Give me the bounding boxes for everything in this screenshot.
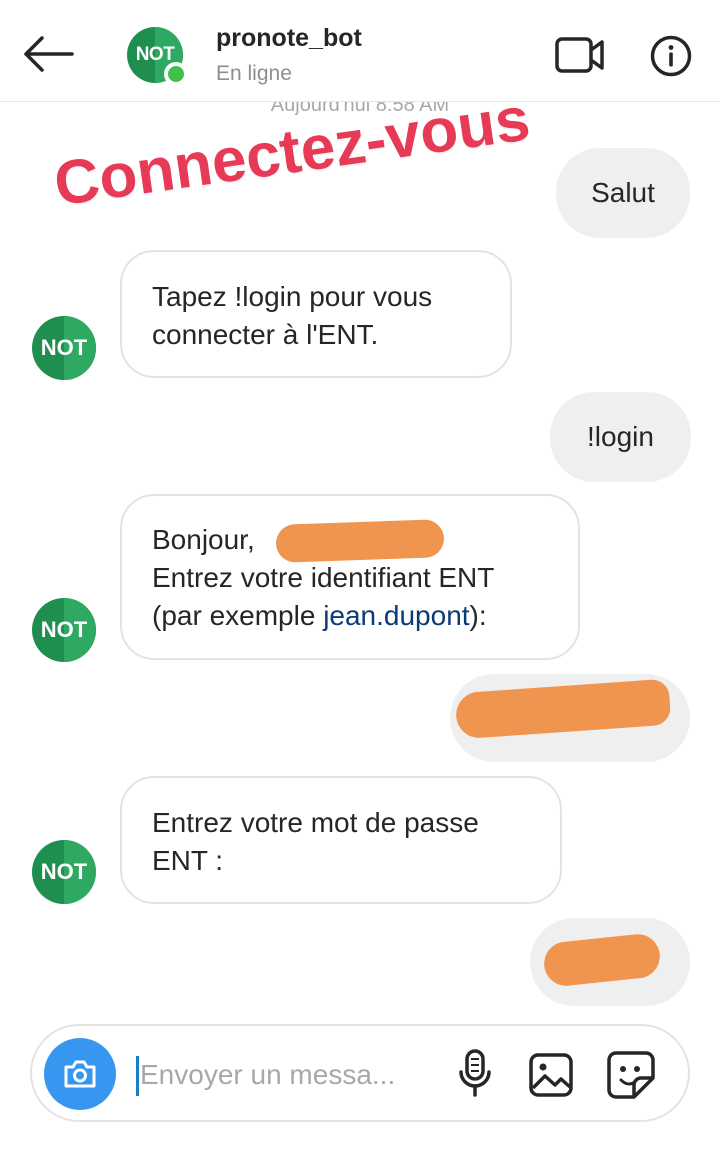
- back-arrow-icon[interactable]: [20, 32, 76, 76]
- message-text: !login: [587, 421, 654, 452]
- bot-avatar-text: NOT: [40, 617, 88, 642]
- microphone-icon[interactable]: [457, 1048, 493, 1100]
- online-status-dot: [164, 62, 188, 86]
- outgoing-message[interactable]: Salut: [556, 148, 690, 238]
- video-call-icon[interactable]: [555, 36, 605, 74]
- incoming-message[interactable]: Bonjour, Entrez votre identifiant ENT (p…: [120, 494, 580, 660]
- incoming-message[interactable]: Tapez !login pour vous connecter à l'ENT…: [120, 250, 512, 378]
- message-line: ENT :: [152, 845, 224, 876]
- message-input[interactable]: [140, 1050, 440, 1100]
- info-icon[interactable]: [650, 35, 692, 77]
- bot-avatar[interactable]: NOT: [32, 598, 96, 662]
- camera-icon: [64, 1060, 96, 1088]
- bot-avatar-text: NOT: [40, 859, 88, 884]
- example-link[interactable]: jean.dupont: [323, 600, 469, 631]
- message-line: (par exemple jean.dupont):: [152, 600, 487, 631]
- bot-avatar-text: NOT: [40, 335, 88, 360]
- redacted-name: [275, 519, 445, 563]
- sticker-icon[interactable]: [606, 1050, 656, 1100]
- bot-avatar[interactable]: NOT: [32, 316, 96, 380]
- message-line: Tapez !login pour vous: [152, 281, 433, 312]
- contact-name[interactable]: pronote_bot: [216, 24, 362, 53]
- contact-status: En ligne: [216, 62, 292, 85]
- message-text: Salut: [591, 177, 655, 208]
- camera-button[interactable]: [44, 1038, 116, 1110]
- image-gallery-icon[interactable]: [528, 1052, 574, 1098]
- message-line: Entrez votre mot de passe: [152, 807, 479, 838]
- chat-header: NOT pronote_bot En ligne: [0, 0, 720, 102]
- message-line: Entrez votre identifiant ENT: [152, 562, 495, 593]
- message-composer: [30, 1024, 690, 1122]
- bot-avatar[interactable]: NOT: [32, 840, 96, 904]
- text-cursor: [136, 1056, 139, 1096]
- message-line: connecter à l'ENT.: [152, 319, 379, 350]
- incoming-message[interactable]: Entrez votre mot de passe ENT :: [120, 776, 562, 904]
- outgoing-message[interactable]: !login: [550, 392, 691, 482]
